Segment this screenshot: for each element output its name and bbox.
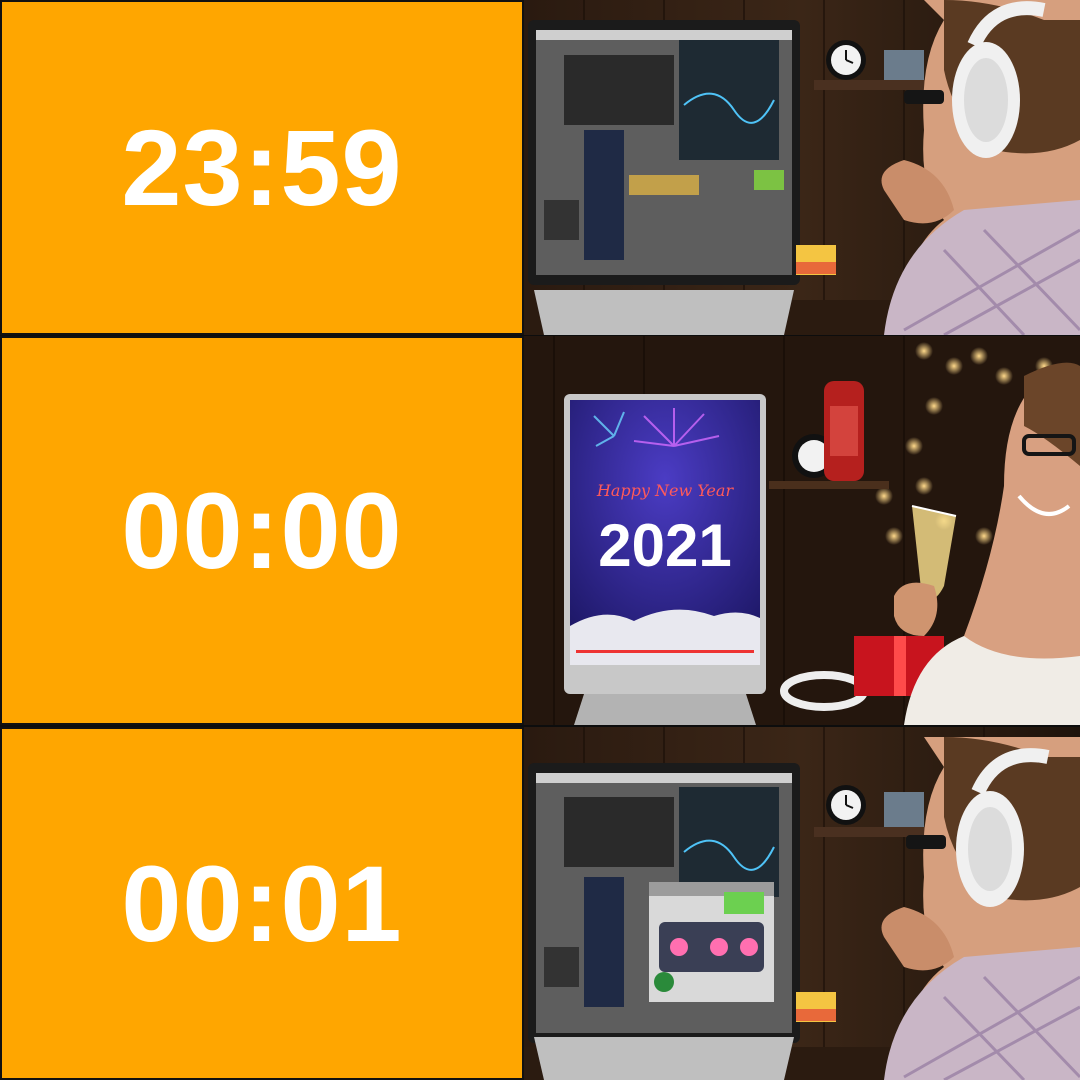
photo-producer-working xyxy=(524,0,1080,335)
time-panel-1: 23:59 xyxy=(0,0,524,335)
meme-row-1: 23:59 xyxy=(0,0,1080,335)
meme-grid: 23:59 00:00 Happy New Year 2021 00:01 xyxy=(0,0,1080,1080)
time-label: 00:01 xyxy=(121,843,403,964)
meme-row-2: 00:00 Happy New Year 2021 xyxy=(0,336,1080,725)
screen-greeting: Happy New Year xyxy=(596,481,735,500)
screen-year: 2021 xyxy=(598,512,731,579)
photo-producer-working-again xyxy=(524,727,1080,1080)
photo-illustration xyxy=(524,0,1080,335)
photo-illustration xyxy=(524,727,1080,1080)
meme-row-3: 00:01 xyxy=(0,727,1080,1080)
time-panel-3: 00:01 xyxy=(0,727,524,1080)
photo-illustration: Happy New Year 2021 xyxy=(524,336,1080,725)
time-label: 23:59 xyxy=(121,107,403,228)
time-label: 00:00 xyxy=(121,470,403,591)
time-panel-2: 00:00 xyxy=(0,336,524,725)
photo-new-year-celebration: Happy New Year 2021 xyxy=(524,336,1080,725)
